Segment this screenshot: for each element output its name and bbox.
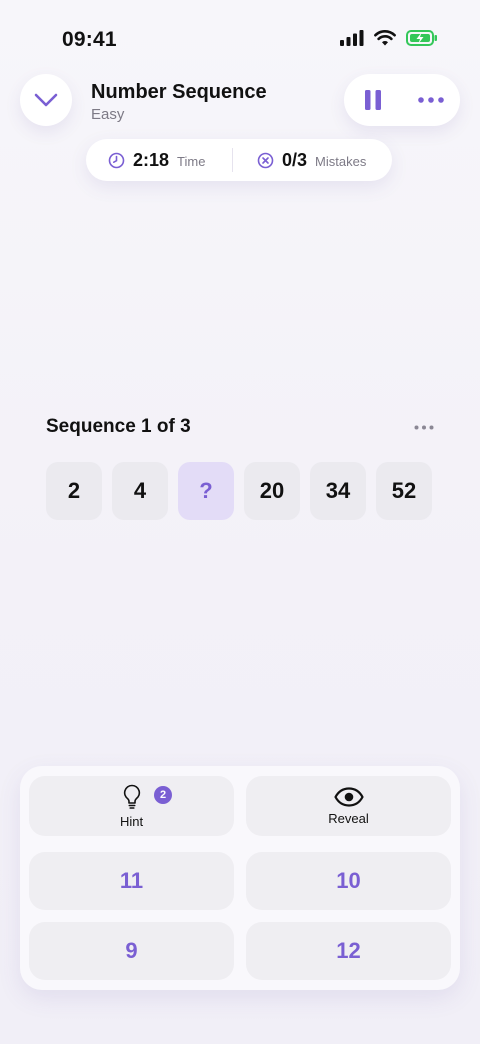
answer-panel: Hint 2 Reveal 11 10 9 12 xyxy=(20,766,460,990)
more-options-button[interactable] xyxy=(402,74,460,126)
x-circle-icon xyxy=(257,152,274,168)
hint-label: Hint xyxy=(119,813,144,829)
timer-stat: 2:18 Time xyxy=(108,150,232,171)
hint-button[interactable]: Hint 2 xyxy=(29,776,234,836)
answer-option-button[interactable]: 9 xyxy=(29,922,234,980)
reveal-button[interactable]: Reveal xyxy=(246,776,451,836)
stats-divider xyxy=(232,148,233,172)
lightbulb-icon xyxy=(123,784,140,809)
mistakes-stat: 0/3 Mistakes xyxy=(257,150,366,171)
missing-number-tile[interactable]: ? xyxy=(178,462,234,520)
hint-count-badge: 2 xyxy=(154,786,172,804)
more-horizontal-icon xyxy=(418,97,444,103)
eye-icon xyxy=(333,786,364,807)
page-title: Number Sequence xyxy=(91,81,267,103)
sequence-tiles: 2 4 ? 20 34 52 xyxy=(46,462,432,520)
stats-pill: 2:18 Time 0/3 Mistakes xyxy=(86,139,392,181)
mistakes-label: Mistakes xyxy=(315,154,367,169)
sequence-tile: 52 xyxy=(376,462,432,520)
cellular-signal-icon xyxy=(340,30,364,46)
answer-option-button[interactable]: 12 xyxy=(246,922,451,980)
timer-value: 2:18 xyxy=(133,149,170,170)
reveal-label: Reveal xyxy=(328,810,369,826)
clock-icon xyxy=(108,152,125,168)
top-actions xyxy=(344,74,460,126)
mistakes-value: 0/3 xyxy=(282,149,308,170)
sequence-tile: 20 xyxy=(244,462,300,520)
more-horizontal-icon xyxy=(414,425,434,429)
sequence-tile: 34 xyxy=(310,462,366,520)
collapse-button[interactable] xyxy=(20,74,72,126)
battery-charging-icon xyxy=(406,30,437,46)
status-time: 09:41 xyxy=(62,28,117,51)
status-icons xyxy=(340,30,438,46)
sequence-options-button[interactable] xyxy=(410,418,438,436)
pause-icon xyxy=(365,90,381,110)
status-bar: 09:41 xyxy=(0,0,480,80)
sequence-title: Sequence 1 of 3 xyxy=(46,416,191,437)
timer-label: Time xyxy=(177,154,206,169)
answer-option-button[interactable]: 10 xyxy=(246,852,451,910)
sequence-tile: 4 xyxy=(112,462,168,520)
difficulty-label: Easy xyxy=(91,106,125,123)
chevron-down-icon xyxy=(34,93,58,107)
answer-option-button[interactable]: 11 xyxy=(29,852,234,910)
pause-button[interactable] xyxy=(344,74,402,126)
sequence-tile: 2 xyxy=(46,462,102,520)
wifi-icon xyxy=(374,30,396,46)
